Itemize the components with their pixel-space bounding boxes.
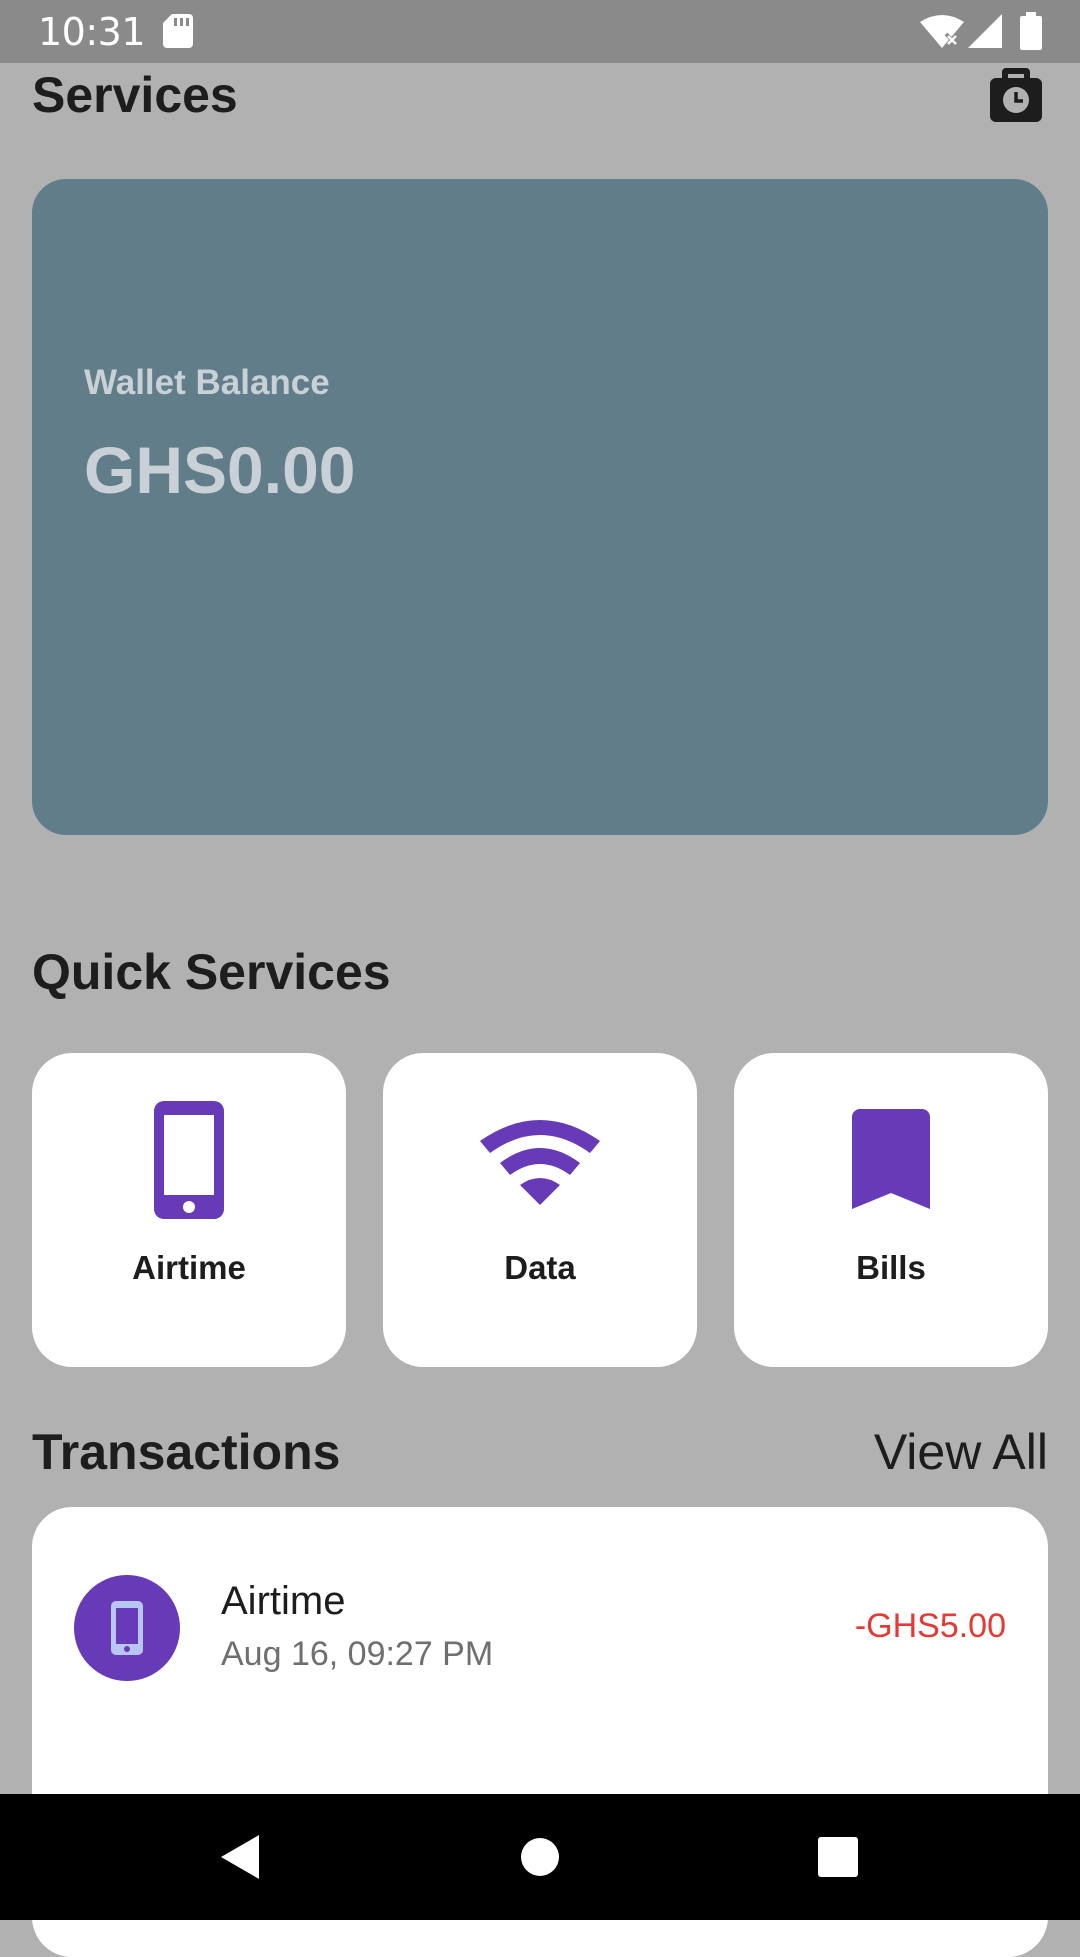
status-time: 10:31 bbox=[38, 10, 146, 54]
airtime-service-button[interactable]: Airtime bbox=[32, 1053, 346, 1367]
recents-icon bbox=[818, 1837, 858, 1877]
home-icon bbox=[521, 1838, 559, 1876]
battery-icon bbox=[1020, 12, 1042, 55]
recents-button[interactable] bbox=[778, 1794, 898, 1920]
wallet-balance-amount: GHS0.00 bbox=[84, 433, 356, 507]
wallet-history-button[interactable] bbox=[988, 64, 1044, 124]
bookmark-icon bbox=[734, 1095, 1048, 1225]
wallet-card[interactable]: Wallet Balance GHS0.00 bbox=[32, 179, 1048, 835]
transaction-avatar bbox=[74, 1575, 180, 1681]
phone-icon bbox=[111, 1601, 143, 1655]
transaction-date: Aug 16, 09:27 PM bbox=[221, 1635, 494, 1673]
data-service-button[interactable]: Data bbox=[383, 1053, 697, 1367]
bills-service-label: Bills bbox=[856, 1249, 926, 1286]
wallet-balance-label: Wallet Balance bbox=[84, 363, 330, 402]
wallet-history-icon bbox=[990, 68, 1042, 122]
transactions-title: Transactions bbox=[32, 1424, 341, 1480]
navigation-bar bbox=[0, 1794, 1080, 1920]
transaction-name: Airtime bbox=[221, 1579, 346, 1623]
wifi-icon bbox=[383, 1095, 697, 1225]
sd-card-icon bbox=[163, 14, 193, 53]
status-bar: 10:31 bbox=[0, 0, 1080, 63]
wifi-off-icon bbox=[920, 14, 964, 53]
quick-services-title: Quick Services bbox=[32, 944, 391, 1000]
page-title: Services bbox=[32, 67, 238, 123]
home-button[interactable] bbox=[480, 1794, 600, 1920]
data-service-label: Data bbox=[504, 1249, 576, 1286]
back-icon bbox=[221, 1835, 259, 1879]
back-button[interactable] bbox=[180, 1794, 300, 1920]
airtime-service-label: Airtime bbox=[132, 1249, 246, 1286]
view-all-link[interactable]: View All bbox=[874, 1423, 1048, 1481]
transaction-amount: -GHS5.00 bbox=[854, 1607, 1006, 1645]
transaction-row[interactable]: Airtime Aug 16, 09:27 PM -GHS5.00 bbox=[32, 1507, 1048, 1747]
cell-signal-icon bbox=[968, 14, 1002, 53]
bills-service-button[interactable]: Bills bbox=[734, 1053, 1048, 1367]
phone-icon bbox=[32, 1095, 346, 1225]
